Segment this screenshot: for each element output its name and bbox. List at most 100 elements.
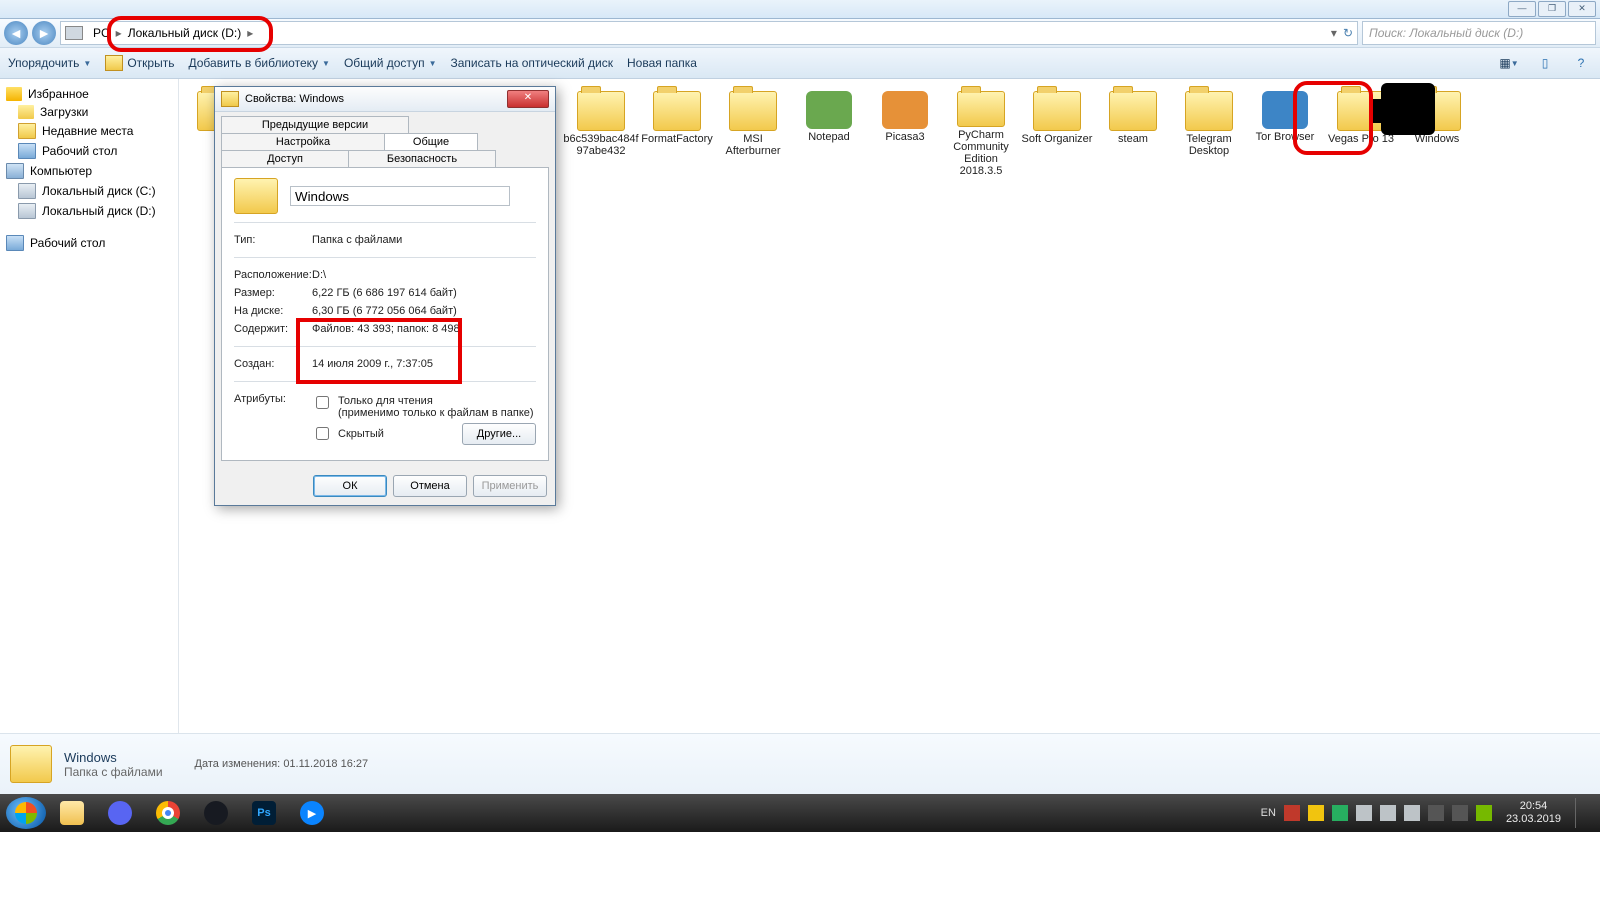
tray-language[interactable]: EN (1261, 807, 1276, 819)
maximize-button[interactable]: ❐ (1538, 1, 1566, 17)
apply-button[interactable]: Применить (473, 475, 547, 497)
prop-size-value: 6,22 ГБ (6 686 197 614 байт) (312, 287, 536, 299)
minimize-button[interactable]: — (1508, 1, 1536, 17)
tray-volume-icon[interactable] (1380, 805, 1396, 821)
dialog-title: Свойства: Windows (245, 93, 344, 105)
sidebar-favorites[interactable]: Избранное (0, 85, 178, 103)
prop-attributes-label: Атрибуты: (234, 393, 312, 405)
prop-type-label: Тип: (234, 234, 312, 246)
refresh-icon[interactable]: ↻ (1343, 26, 1353, 40)
breadcrumb-root[interactable]: PC (89, 26, 114, 40)
file-item[interactable]: Tor Browser (1247, 89, 1323, 177)
taskbar-chrome[interactable] (146, 798, 190, 828)
ok-button[interactable]: ОК (313, 475, 387, 497)
add-to-library-menu[interactable]: Добавить в библиотеку▼ (188, 56, 329, 70)
tab-access[interactable]: Доступ (221, 150, 349, 167)
file-item[interactable]: Picasa3 (867, 89, 943, 177)
tray-icon[interactable] (1308, 805, 1324, 821)
prop-location-value: D:\ (312, 269, 536, 281)
explorer-icon (60, 801, 84, 825)
tab-general[interactable]: Общие (384, 133, 478, 150)
file-item-label: Soft Organizer (1022, 133, 1093, 145)
sidebar-recent[interactable]: Недавние места (0, 121, 178, 141)
prop-created-label: Создан: (234, 358, 312, 370)
tab-config[interactable]: Настройка (221, 133, 385, 150)
file-item-label: PyCharm Community Edition 2018.3.5 (943, 129, 1019, 177)
tray-network-icon[interactable] (1356, 805, 1372, 821)
sidebar-disk-c[interactable]: Локальный диск (C:) (0, 181, 178, 201)
system-tray: EN 20:5423.03.2019 (1261, 798, 1594, 828)
chevron-right-icon: ▸ (114, 26, 124, 40)
chevron-right-icon: ▸ (245, 26, 255, 40)
organize-menu[interactable]: Упорядочить▼ (8, 56, 91, 70)
sidebar-desktop[interactable]: Рабочий стол (0, 141, 178, 161)
file-item[interactable]: MSI Afterburner (715, 89, 791, 177)
sidebar-desktop-root[interactable]: Рабочий стол (0, 233, 178, 253)
steam-icon (204, 801, 228, 825)
taskbar-steam[interactable] (194, 798, 238, 828)
dropdown-icon[interactable]: ▾ (1331, 26, 1337, 40)
tray-nvidia-icon[interactable] (1476, 805, 1492, 821)
taskbar-photoshop[interactable]: Ps (242, 798, 286, 828)
cancel-button[interactable]: Отмена (393, 475, 467, 497)
folder-open-icon (105, 55, 123, 71)
tray-icon[interactable] (1404, 805, 1420, 821)
file-item[interactable] (1475, 89, 1551, 177)
file-item[interactable]: Notepad (791, 89, 867, 177)
dialog-close-button[interactable]: ✕ (507, 90, 549, 108)
dialog-titlebar[interactable]: Свойства: Windows ✕ (215, 87, 555, 112)
tray-icon[interactable] (1332, 805, 1348, 821)
annotation-redaction (1373, 99, 1385, 123)
other-attributes-button[interactable]: Другие... (462, 423, 536, 445)
forward-button[interactable]: ► (32, 21, 56, 45)
computer-icon (6, 163, 24, 179)
file-item[interactable]: b6c539bac484f97abe432 (563, 89, 639, 177)
readonly-note: (применимо только к файлам в папке) (338, 407, 534, 419)
address-bar[interactable]: PC ▸ Локальный диск (D:) ▸ ▾ ↻ (60, 21, 1358, 45)
tab-previous-versions[interactable]: Предыдущие версии (221, 116, 409, 133)
back-button[interactable]: ◄ (4, 21, 28, 45)
file-item-label: Notepad (808, 131, 850, 143)
taskbar-explorer[interactable] (50, 798, 94, 828)
prop-created-value: 14 июля 2009 г., 7:37:05 (312, 358, 536, 370)
dialog-tabs: Предыдущие версии Настройка Общие Доступ… (215, 112, 555, 167)
desktop-icon (18, 143, 36, 159)
burn-button[interactable]: Записать на оптический диск (450, 56, 613, 70)
tray-icon[interactable] (1428, 805, 1444, 821)
start-button[interactable] (6, 797, 46, 829)
folder-name-input[interactable] (290, 186, 510, 206)
dialog-body: Тип:Папка с файлами Расположение:D:\ Раз… (221, 167, 549, 461)
close-button[interactable]: ✕ (1568, 1, 1596, 17)
preview-pane-button[interactable]: ▯ (1534, 54, 1556, 72)
open-button[interactable]: Открыть (105, 55, 174, 71)
prop-ondisk-label: На диске: (234, 305, 312, 317)
help-button[interactable]: ? (1570, 54, 1592, 72)
readonly-checkbox[interactable] (316, 396, 329, 409)
prop-ondisk-value: 6,30 ГБ (6 772 056 064 байт) (312, 305, 536, 317)
tray-clock[interactable]: 20:5423.03.2019 (1500, 800, 1567, 826)
navigation-pane: Избранное Загрузки Недавние места Рабочи… (0, 79, 179, 733)
tray-icon[interactable] (1284, 805, 1300, 821)
share-menu[interactable]: Общий доступ▼ (344, 56, 437, 70)
sidebar-disk-d[interactable]: Локальный диск (D:) (0, 201, 178, 221)
taskbar-discord[interactable] (98, 798, 142, 828)
file-item[interactable]: PyCharm Community Edition 2018.3.5 (943, 89, 1019, 177)
new-folder-button[interactable]: Новая папка (627, 56, 697, 70)
sidebar-computer[interactable]: Компьютер (0, 161, 178, 181)
view-options-button[interactable]: ▦▼ (1498, 54, 1520, 72)
hidden-checkbox[interactable] (316, 427, 329, 440)
disk-icon (18, 183, 36, 199)
file-item[interactable]: FormatFactory (639, 89, 715, 177)
sidebar-downloads[interactable]: Загрузки (0, 103, 178, 121)
file-item[interactable]: Soft Organizer (1019, 89, 1095, 177)
search-input[interactable]: Поиск: Локальный диск (D:) (1362, 21, 1596, 45)
taskbar-player[interactable]: ▶ (290, 798, 334, 828)
file-item[interactable]: steam (1095, 89, 1171, 177)
file-item[interactable]: Telegram Desktop (1171, 89, 1247, 177)
tab-security[interactable]: Безопасность (348, 150, 496, 167)
tray-icon[interactable] (1452, 805, 1468, 821)
breadcrumb-disk[interactable]: Локальный диск (D:) (124, 26, 246, 40)
prop-type-value: Папка с файлами (312, 234, 536, 246)
show-desktop-button[interactable] (1575, 798, 1588, 828)
details-name: Windows (64, 750, 163, 765)
